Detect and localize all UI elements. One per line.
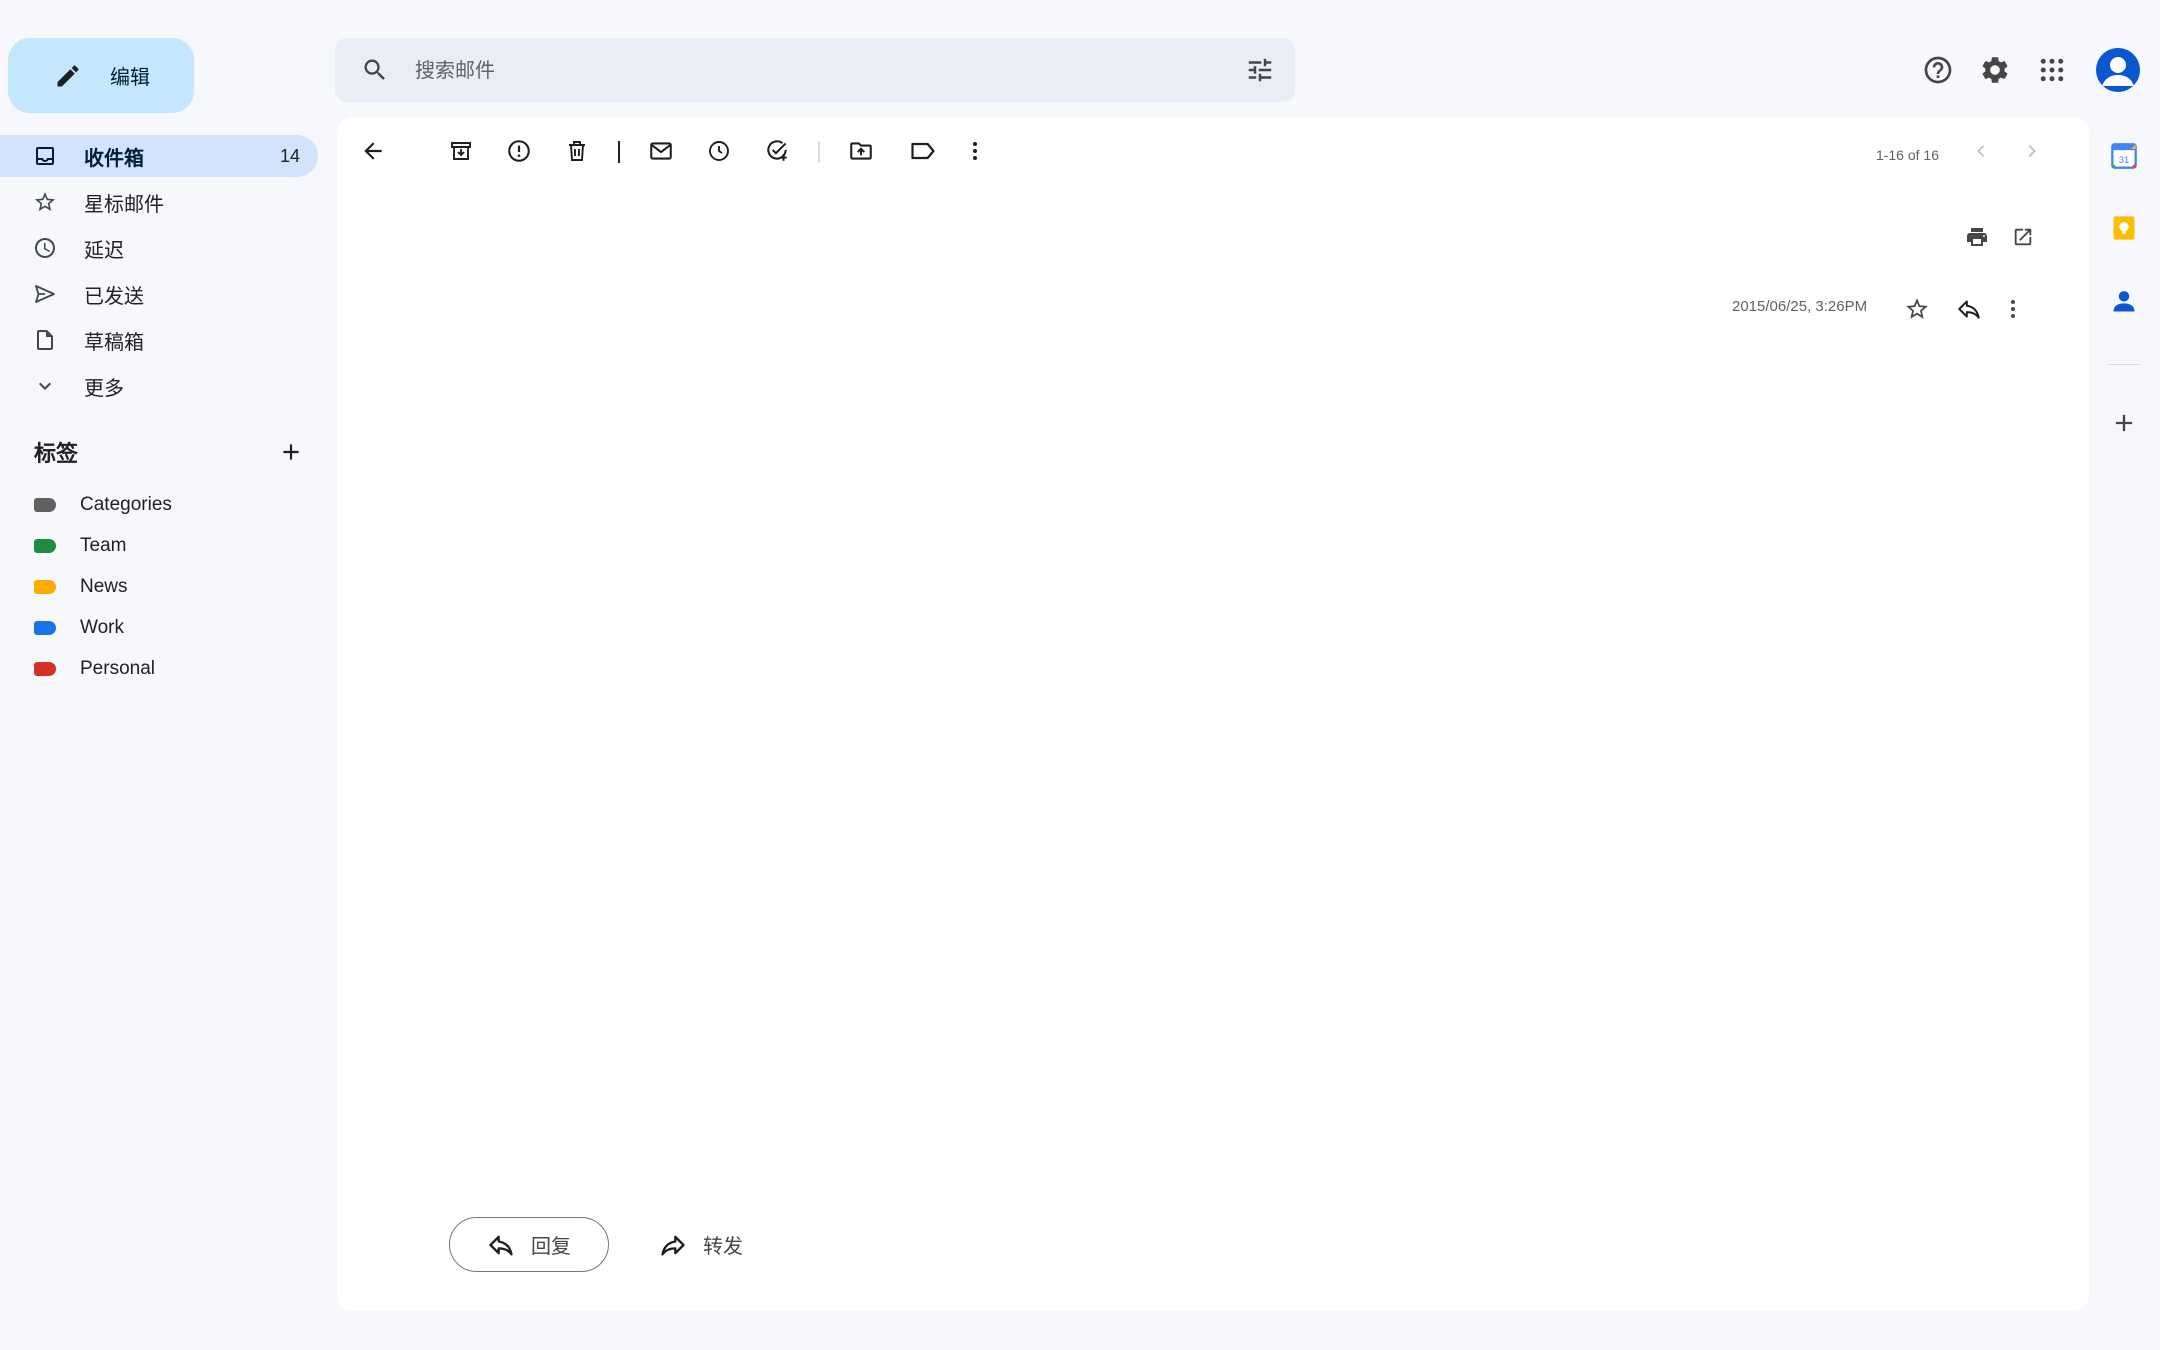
move-to-folder-icon[interactable]: [843, 133, 879, 169]
label-tag-icon: [34, 620, 56, 635]
account-avatar[interactable]: [2096, 48, 2140, 92]
keep-notes-icon[interactable]: [2104, 208, 2144, 248]
label-tag-icon: [34, 497, 56, 512]
apps-grid-icon[interactable]: [2032, 50, 2072, 90]
search-bar: [335, 38, 1295, 102]
compose-label: 编辑: [110, 65, 150, 89]
pagination-text: 1-16 of 16: [1875, 147, 1939, 163]
star-icon: [32, 189, 58, 215]
reply-button[interactable]: 回复: [449, 1217, 609, 1272]
chevron-right-icon[interactable]: [2014, 133, 2050, 169]
sidebar-item-sent[interactable]: 已发送: [0, 273, 318, 315]
sidebar-item-starred[interactable]: 星标邮件: [0, 181, 318, 223]
sidebar-item-label: 更多: [84, 375, 124, 400]
delete-trash-icon[interactable]: [559, 133, 595, 169]
svg-text:31: 31: [2119, 155, 2129, 165]
forward-button-label: 转发: [703, 1234, 743, 1258]
side-panel-divider: [2108, 364, 2140, 365]
archive-icon[interactable]: [443, 133, 479, 169]
sidebar-item-label: 草稿箱: [84, 329, 144, 354]
label-name: Work: [80, 616, 124, 638]
clock-icon: [32, 235, 58, 261]
add-label-icon[interactable]: [278, 439, 304, 465]
message-view: 1-16 of 16 2015/06/25, 3:26PM 回复 转发: [337, 117, 2089, 1311]
label-name: News: [80, 575, 128, 597]
labels-title: 标签: [34, 442, 79, 467]
sidebar-item-inbox[interactable]: 收件箱 14: [0, 135, 318, 177]
calendar-icon[interactable]: 31: [2104, 136, 2144, 176]
inbox-icon: [32, 143, 58, 169]
sidebar-item-label: 星标邮件: [84, 191, 164, 216]
message-date: 2015/06/25, 3:26PM: [1732, 298, 1868, 315]
label-name: Team: [80, 534, 127, 556]
label-tag-icon: [34, 661, 56, 676]
label-list: Categories Team News Work Personal: [0, 484, 320, 689]
report-spam-icon[interactable]: [501, 133, 537, 169]
reply-icon: [487, 1231, 515, 1259]
unread-count: 14: [279, 145, 300, 166]
search-options-icon[interactable]: [1245, 55, 1275, 85]
search-input[interactable]: [415, 58, 1245, 82]
reply-icon[interactable]: [1951, 291, 1987, 327]
print-icon[interactable]: [1959, 219, 1995, 255]
label-name: Categories: [80, 493, 172, 515]
sidebar-item-label: 收件箱: [84, 145, 144, 170]
label-item-team[interactable]: Team: [0, 525, 320, 566]
toolbar-divider: [618, 141, 620, 163]
chevron-left-icon[interactable]: [1963, 133, 1999, 169]
snooze-clock-icon[interactable]: [701, 133, 737, 169]
sidebar-item-more[interactable]: 更多: [0, 365, 318, 407]
send-icon: [32, 281, 58, 307]
reply-button-label: 回复: [531, 1234, 571, 1258]
sidebar-nav: 收件箱 14 星标邮件 延迟 已发送 草稿箱 更多: [0, 135, 320, 411]
label-tag-icon: [34, 579, 56, 594]
forward-icon: [659, 1231, 687, 1259]
compose-button[interactable]: 编辑: [8, 38, 194, 113]
forward-button[interactable]: 转发: [647, 1217, 757, 1272]
help-icon[interactable]: [1918, 50, 1958, 90]
toolbar-divider: [818, 141, 820, 163]
add-addon-icon[interactable]: [2104, 403, 2144, 443]
draft-icon: [32, 327, 58, 353]
sidebar-item-drafts[interactable]: 草稿箱: [0, 319, 318, 361]
star-icon[interactable]: [1899, 291, 1935, 327]
label-name: Personal: [80, 657, 155, 679]
search-icon[interactable]: [361, 56, 389, 84]
open-in-new-window-icon[interactable]: [2005, 219, 2041, 255]
sidebar-item-snoozed[interactable]: 延迟: [0, 227, 318, 269]
label-item-categories[interactable]: Categories: [0, 484, 320, 525]
label-item-work[interactable]: Work: [0, 607, 320, 648]
more-vert-icon[interactable]: [1995, 291, 2031, 327]
label-tag-icon[interactable]: [905, 133, 941, 169]
settings-gear-icon[interactable]: [1975, 50, 2015, 90]
mail-app: 编辑 收件箱 14 星标邮件: [0, 0, 2160, 1350]
mark-unread-mail-icon[interactable]: [643, 133, 679, 169]
add-task-icon[interactable]: [759, 133, 795, 169]
sidebar-item-label: 已发送: [84, 283, 144, 308]
pencil-icon: [54, 62, 82, 90]
labels-header: 标签: [34, 434, 304, 470]
sidebar-item-label: 延迟: [84, 237, 124, 262]
more-vert-icon[interactable]: [957, 133, 993, 169]
label-item-personal[interactable]: Personal: [0, 648, 320, 689]
label-tag-icon: [34, 538, 56, 553]
back-arrow-icon[interactable]: [355, 133, 391, 169]
chevron-down-icon: [32, 373, 58, 399]
contacts-person-icon[interactable]: [2104, 281, 2144, 321]
label-item-news[interactable]: News: [0, 566, 320, 607]
